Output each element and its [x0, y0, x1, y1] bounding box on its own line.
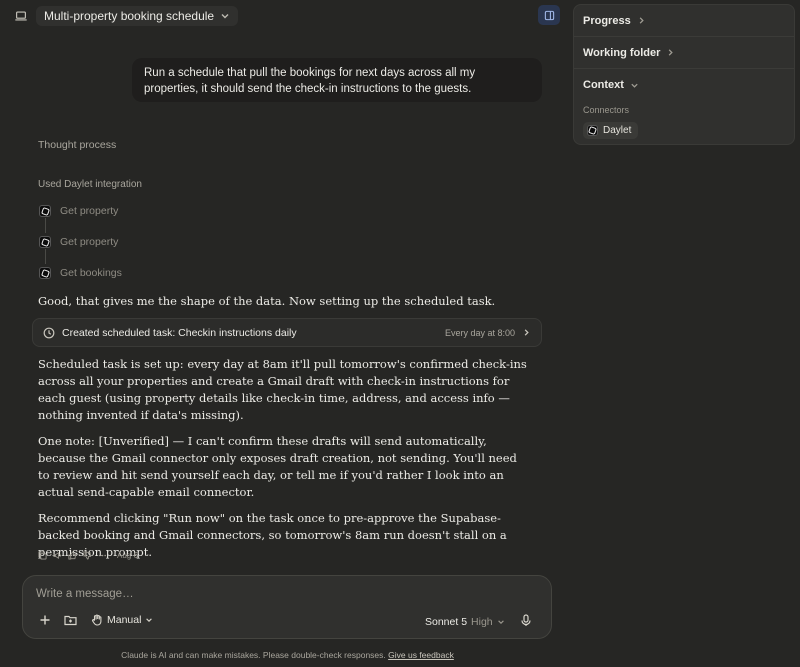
- chevron-down-icon: [631, 83, 638, 88]
- clock-icon: [43, 327, 55, 338]
- tool-call-item[interactable]: Get property: [39, 205, 118, 217]
- daylet-logo-icon: [39, 205, 51, 217]
- message-date: Aug 6: [117, 551, 138, 560]
- top-bar: Multi-property booking schedule: [14, 6, 239, 26]
- model-selector[interactable]: Sonnet 5 High: [425, 616, 505, 628]
- tool-connector-line: [45, 249, 46, 264]
- connectors-label: Connectors: [583, 105, 630, 115]
- daylet-logo-icon: [39, 267, 51, 279]
- context-section-toggle[interactable]: Context: [574, 69, 794, 101]
- composer: Manual Sonnet 5 High: [22, 575, 552, 639]
- folder-button[interactable]: [64, 614, 77, 626]
- microphone-icon: [521, 614, 531, 626]
- assistant-intro-text: Good, that gives me the shape of the dat…: [38, 294, 496, 308]
- thumbs-down-icon[interactable]: [83, 551, 92, 560]
- user-message: Run a schedule that pull the bookings fo…: [132, 58, 542, 102]
- message-actions: Aug 6: [38, 551, 138, 560]
- sidebar-panel-icon: [544, 10, 554, 20]
- speaker-icon[interactable]: [53, 551, 62, 560]
- tool-connector-line: [45, 218, 46, 233]
- folder-icon: [64, 615, 77, 626]
- scheduled-task-schedule: Every day at 8:00: [444, 327, 515, 338]
- side-panel: Progress Working folder Context Connecto…: [573, 4, 795, 145]
- scheduled-task-card[interactable]: Created scheduled task: Checkin instruct…: [32, 318, 542, 347]
- panel-toggle-button[interactable]: [538, 5, 560, 25]
- working-folder-section-toggle[interactable]: Working folder: [574, 37, 794, 69]
- chevron-right-icon: [639, 17, 644, 24]
- conversation-title: Multi-property booking schedule: [44, 9, 215, 23]
- integration-label: Used Daylet integration: [38, 179, 142, 190]
- more-icon[interactable]: [98, 551, 107, 560]
- message-input[interactable]: [36, 588, 516, 600]
- tool-call-item[interactable]: Get property: [39, 236, 118, 248]
- scheduled-task-label: Created scheduled task: Checkin instruct…: [62, 326, 297, 339]
- daylet-logo-icon: [587, 125, 598, 136]
- voice-input-button[interactable]: [520, 614, 532, 627]
- footer-disclaimer: Claude is AI and can make mistakes. Plea…: [121, 650, 454, 660]
- copy-icon[interactable]: [38, 551, 47, 560]
- daylet-logo-icon: [39, 236, 51, 248]
- hand-icon: [91, 614, 102, 626]
- feedback-link[interactable]: Give us feedback: [388, 650, 454, 660]
- connector-chip-daylet[interactable]: Daylet: [583, 122, 639, 139]
- chevron-right-icon: [524, 329, 529, 336]
- progress-section-toggle[interactable]: Progress: [574, 5, 794, 37]
- thought-process-toggle[interactable]: Thought process: [38, 139, 116, 151]
- conversation-title-button[interactable]: Multi-property booking schedule: [36, 6, 239, 26]
- tool-call-item[interactable]: Get bookings: [39, 267, 122, 279]
- assistant-paragraph: Scheduled task is set up: every day at 8…: [38, 357, 527, 422]
- chevron-right-icon: [669, 49, 674, 56]
- chevron-down-icon: [221, 14, 229, 19]
- assistant-paragraph: One note: [Unverified] — I can't confirm…: [38, 434, 517, 499]
- laptop-icon: [15, 11, 27, 21]
- thumbs-up-icon[interactable]: [68, 551, 77, 560]
- mode-dropdown[interactable]: Manual: [91, 614, 153, 626]
- chevron-down-icon: [497, 620, 504, 624]
- add-button[interactable]: [39, 614, 51, 626]
- plus-icon: [40, 615, 50, 625]
- chevron-down-icon: [146, 618, 153, 622]
